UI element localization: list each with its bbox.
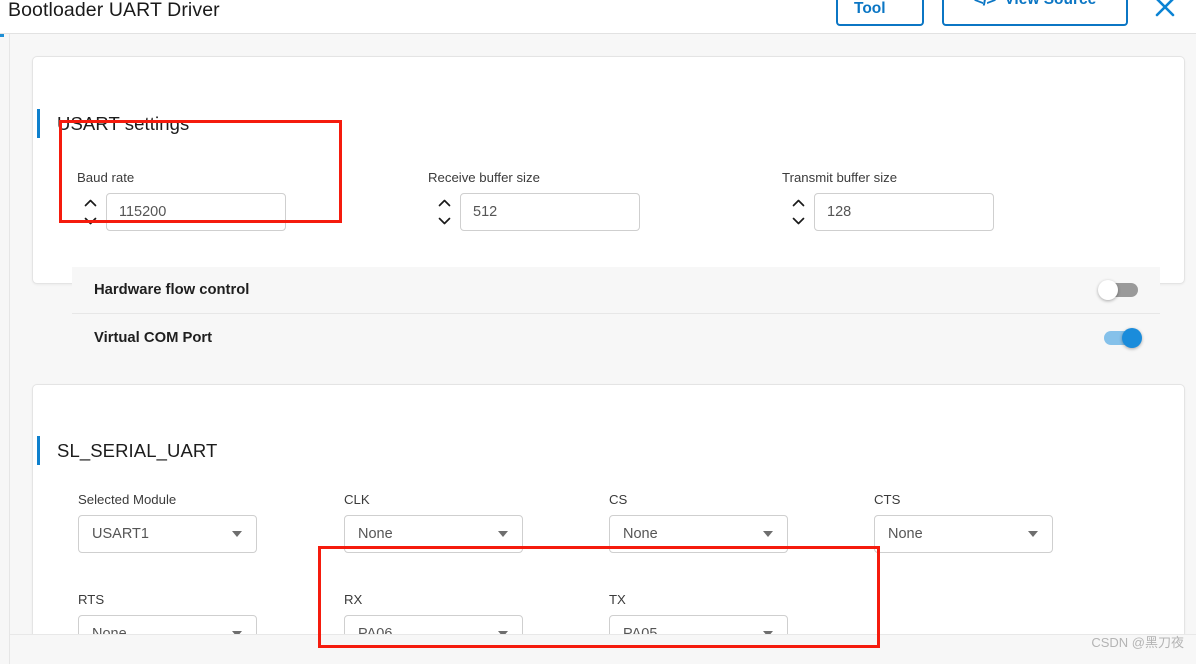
hardware-flow-control-row[interactable]: Hardware flow control [72,267,1160,314]
chevron-down-icon [763,531,773,537]
receive-buffer-size-input[interactable] [460,193,640,231]
pin-tool-label: Pin Tool [854,0,886,17]
transmit-buffer-size-stepper[interactable] [789,193,807,231]
baud-rate-field[interactable] [81,193,286,231]
page-title: Bootloader UART Driver [8,0,220,21]
chevron-up-icon [438,199,450,207]
baud-rate-input[interactable] [106,193,286,231]
pin-tool-button[interactable]: Pin Tool [836,0,924,26]
clk-value: None [358,526,393,542]
tx-label: TX [609,592,626,607]
sl-serial-uart-section-title: SL_SERIAL_UART [57,439,218,461]
sl-serial-uart-section-header: SL_SERIAL_UART [37,436,217,465]
left-gutter [0,34,10,664]
baud-rate-label: Baud rate [77,170,135,185]
transmit-buffer-size-label: Transmit buffer size [782,170,898,185]
clk-label: CLK [344,492,370,507]
usart-section-header: USART settings [37,109,189,138]
virtual-com-port-toggle[interactable] [1098,327,1142,348]
close-button[interactable] [1148,0,1182,24]
cs-label: CS [609,492,628,507]
settings-scroll-area: USART settings Baud rate Receive buffer … [0,34,1198,664]
rx-label: RX [344,592,363,607]
chevron-down-icon [84,217,96,225]
baud-rate-stepper[interactable] [81,193,99,231]
toggle-knob [1098,280,1118,300]
cs-value: None [623,526,658,542]
transmit-buffer-size-input[interactable] [814,193,994,231]
chevron-up-icon [792,199,804,207]
chevron-down-icon [438,217,450,225]
cts-label: CTS [874,492,901,507]
watermark: CSDN @黑刀夜 [1091,635,1184,650]
toggle-knob [1122,327,1142,348]
hardware-flow-control-label: Hardware flow control [94,282,250,298]
selected-module-dropdown[interactable]: USART1 [78,515,257,553]
dialog-header: Bootloader UART Driver Pin Tool </> View… [0,0,1198,34]
cts-value: None [888,526,923,542]
virtual-com-port-row[interactable]: Virtual COM Port [72,314,1160,361]
selected-module-label: Selected Module [78,492,177,507]
receive-buffer-size-stepper[interactable] [435,193,453,231]
transmit-buffer-size-field[interactable] [789,193,994,231]
chevron-up-icon [84,199,96,207]
footer-strip [10,635,1198,664]
chevron-down-icon [1028,531,1038,537]
sl-serial-uart-card: SL_SERIAL_UART Selected Module USART1 CL… [32,384,1185,664]
usart-section-title: USART settings [57,112,190,134]
selected-module-value: USART1 [92,526,149,542]
clk-dropdown[interactable]: None [344,515,523,553]
code-brackets-icon: </> [974,0,997,10]
cs-dropdown[interactable]: None [609,515,788,553]
rts-label: RTS [78,592,105,607]
app-root: Bootloader UART Driver Pin Tool </> View… [0,0,1198,664]
receive-buffer-size-field[interactable] [435,193,640,231]
section-accent-bar [37,109,40,138]
view-source-button[interactable]: </> View Source [942,0,1128,26]
close-icon [1155,0,1175,17]
virtual-com-port-label: Virtual COM Port [94,329,213,346]
usart-settings-card: USART settings Baud rate Receive buffer … [32,56,1185,361]
chevron-down-icon [792,217,804,225]
gutter-tick-marker [0,34,4,37]
hardware-flow-control-toggle[interactable] [1098,280,1142,300]
view-source-label: View Source [1004,0,1096,9]
receive-buffer-size-label: Receive buffer size [428,170,540,185]
cts-dropdown[interactable]: None [874,515,1053,553]
chevron-down-icon [232,531,242,537]
section-accent-bar [37,436,40,465]
chevron-down-icon [498,531,508,537]
